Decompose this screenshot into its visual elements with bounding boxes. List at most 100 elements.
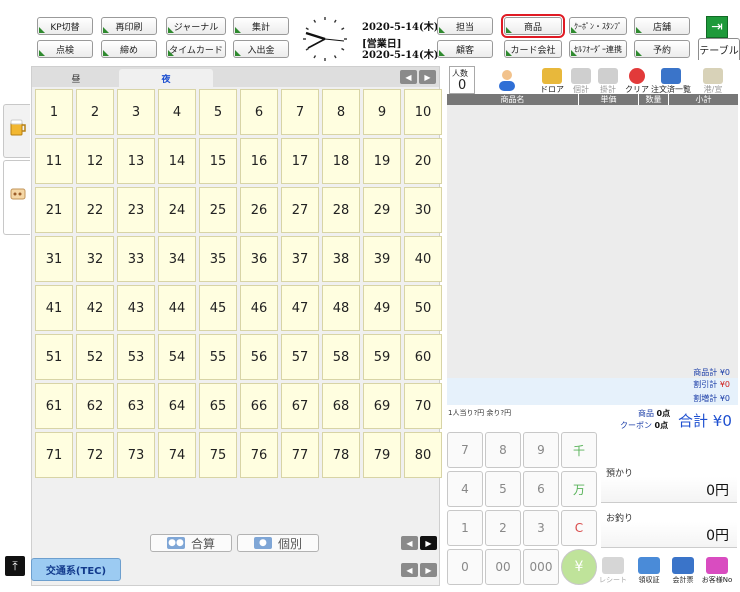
table-5[interactable]: 5: [199, 89, 237, 135]
people-count[interactable]: 人数 0: [449, 66, 475, 94]
table-14[interactable]: 14: [158, 138, 196, 184]
table-34[interactable]: 34: [158, 236, 196, 282]
key-thousand[interactable]: 千: [561, 432, 597, 468]
table-74[interactable]: 74: [158, 432, 196, 478]
table-61[interactable]: 61: [35, 383, 73, 429]
table-3[interactable]: 3: [117, 89, 155, 135]
table-30[interactable]: 30: [404, 187, 442, 233]
official-receipt-button[interactable]: 領収証: [632, 553, 666, 585]
table-21[interactable]: 21: [35, 187, 73, 233]
table-72[interactable]: 72: [76, 432, 114, 478]
reprint-button[interactable]: 再印刷: [101, 17, 157, 35]
combined-bill-button[interactable]: ●● 合算: [150, 534, 232, 552]
table-39[interactable]: 39: [363, 236, 401, 282]
table-54[interactable]: 54: [158, 334, 196, 380]
table-55[interactable]: 55: [199, 334, 237, 380]
payment-next-button[interactable]: ▶: [420, 563, 437, 577]
table-9[interactable]: 9: [363, 89, 401, 135]
table-57[interactable]: 57: [281, 334, 319, 380]
card-company-button[interactable]: カード会社: [504, 40, 562, 58]
table-6[interactable]: 6: [240, 89, 278, 135]
table-32[interactable]: 32: [76, 236, 114, 282]
table-46[interactable]: 46: [240, 285, 278, 331]
table-4[interactable]: 4: [158, 89, 196, 135]
key-000[interactable]: 000: [523, 549, 559, 585]
table-37[interactable]: 37: [281, 236, 319, 282]
table-next-button[interactable]: ▶: [420, 536, 437, 550]
key-1[interactable]: 1: [447, 510, 483, 546]
table-11[interactable]: 11: [35, 138, 73, 184]
product-button[interactable]: 商品: [501, 14, 565, 38]
kp-switch-button[interactable]: KP切替: [37, 17, 93, 35]
table-16[interactable]: 16: [240, 138, 278, 184]
key-0[interactable]: 0: [447, 549, 483, 585]
table-17[interactable]: 17: [281, 138, 319, 184]
table-50[interactable]: 50: [404, 285, 442, 331]
sidebar-tab-drink[interactable]: [3, 104, 30, 158]
table-44[interactable]: 44: [158, 285, 196, 331]
table-63[interactable]: 63: [117, 383, 155, 429]
store-button[interactable]: 店舗: [634, 17, 690, 35]
coupon-stamp-button[interactable]: ｸｰﾎﾟﾝ・ｽﾀﾝﾌﾟ: [569, 17, 627, 35]
table-10[interactable]: 10: [404, 89, 442, 135]
receipt-button[interactable]: レシート: [596, 553, 630, 585]
table-24[interactable]: 24: [158, 187, 196, 233]
table-36[interactable]: 36: [240, 236, 278, 282]
table-42[interactable]: 42: [76, 285, 114, 331]
table-70[interactable]: 70: [404, 383, 442, 429]
key-7[interactable]: 7: [447, 432, 483, 468]
table-28[interactable]: 28: [322, 187, 360, 233]
key-clear[interactable]: C: [561, 510, 597, 546]
clear-button[interactable]: クリア: [622, 66, 652, 94]
table-56[interactable]: 56: [240, 334, 278, 380]
scroll-top-icon[interactable]: ⤒: [5, 556, 25, 576]
tab-prev-button[interactable]: ◀: [400, 70, 417, 84]
table-80[interactable]: 80: [404, 432, 442, 478]
table-20[interactable]: 20: [404, 138, 442, 184]
customer-number-button[interactable]: お客様No: [700, 553, 734, 585]
table-59[interactable]: 59: [363, 334, 401, 380]
table-65[interactable]: 65: [199, 383, 237, 429]
key-2[interactable]: 2: [485, 510, 521, 546]
table-13[interactable]: 13: [117, 138, 155, 184]
table-67[interactable]: 67: [281, 383, 319, 429]
received-amount[interactable]: 0円: [601, 477, 737, 503]
port-button[interactable]: 港/宣: [696, 66, 730, 94]
self-order-link-button[interactable]: ｾﾙﾌｵｰﾀﾞｰ連携: [569, 40, 627, 58]
table-77[interactable]: 77: [281, 432, 319, 478]
table-73[interactable]: 73: [117, 432, 155, 478]
tab-day[interactable]: 昼: [34, 69, 118, 87]
individual-bill-button[interactable]: ● 個別: [237, 534, 319, 552]
table-60[interactable]: 60: [404, 334, 442, 380]
staff-button[interactable]: 担当: [437, 17, 493, 35]
table-23[interactable]: 23: [117, 187, 155, 233]
table-25[interactable]: 25: [199, 187, 237, 233]
table-45[interactable]: 45: [199, 285, 237, 331]
table-78[interactable]: 78: [322, 432, 360, 478]
table-47[interactable]: 47: [281, 285, 319, 331]
table-18[interactable]: 18: [322, 138, 360, 184]
table-15[interactable]: 15: [199, 138, 237, 184]
table-8[interactable]: 8: [322, 89, 360, 135]
key-3[interactable]: 3: [523, 510, 559, 546]
table-62[interactable]: 62: [76, 383, 114, 429]
table-48[interactable]: 48: [322, 285, 360, 331]
order-list[interactable]: 商品計 ¥0: [447, 105, 738, 378]
key-yen[interactable]: ¥: [561, 549, 597, 585]
table-40[interactable]: 40: [404, 236, 442, 282]
table-tab[interactable]: テーブル: [698, 38, 740, 60]
drawer-button[interactable]: ドロア: [537, 66, 567, 94]
table-prev-button[interactable]: ◀: [401, 536, 418, 550]
key-00[interactable]: 00: [485, 549, 521, 585]
bill-slip-button[interactable]: 会計票: [666, 553, 700, 585]
customer-button[interactable]: 顧客: [437, 40, 493, 58]
table-75[interactable]: 75: [199, 432, 237, 478]
table-79[interactable]: 79: [363, 432, 401, 478]
table-12[interactable]: 12: [76, 138, 114, 184]
payment-prev-button[interactable]: ◀: [401, 563, 418, 577]
sidebar-tab-food[interactable]: [3, 160, 30, 235]
table-26[interactable]: 26: [240, 187, 278, 233]
key-9[interactable]: 9: [523, 432, 559, 468]
table-35[interactable]: 35: [199, 236, 237, 282]
table-53[interactable]: 53: [117, 334, 155, 380]
